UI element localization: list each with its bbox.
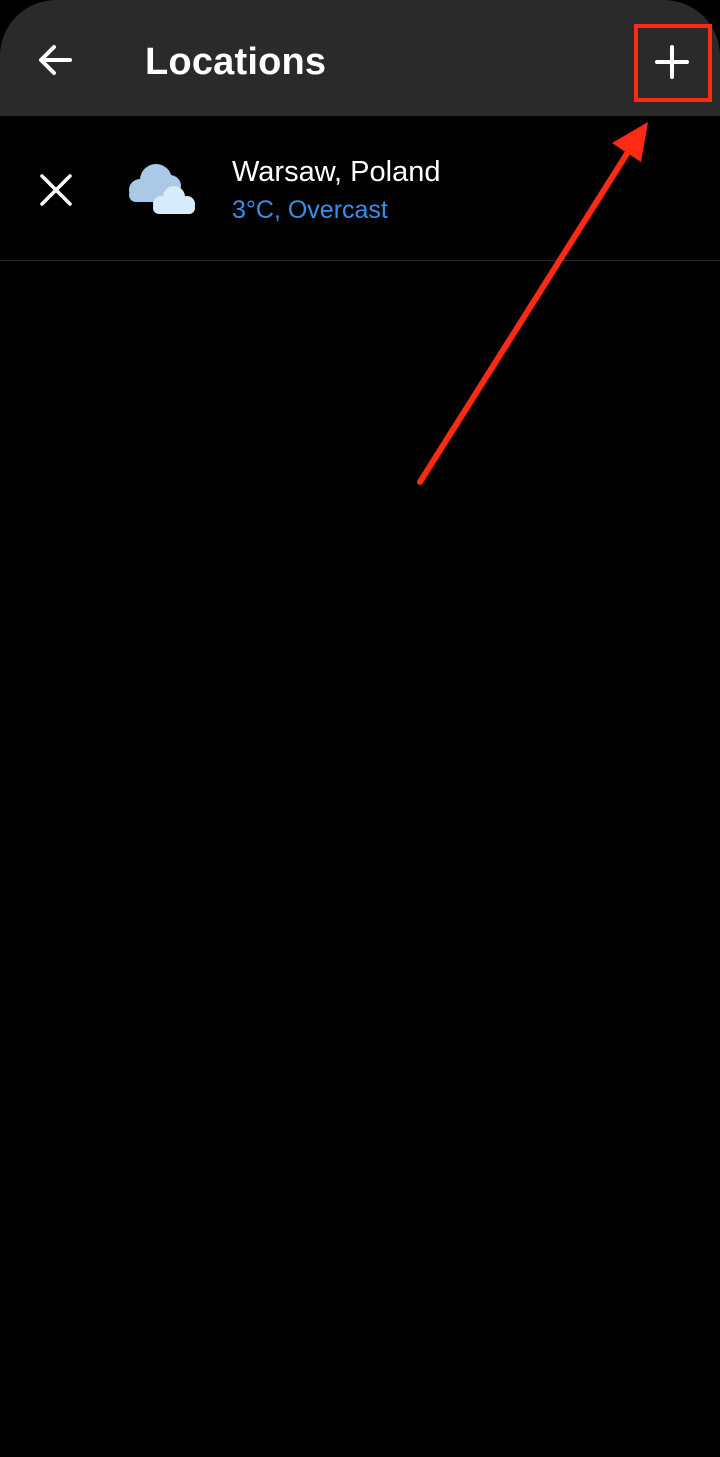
location-list-item[interactable]: Warsaw, Poland 3°C, Overcast bbox=[0, 116, 720, 261]
remove-location-button[interactable] bbox=[26, 160, 86, 220]
add-location-button[interactable] bbox=[642, 32, 702, 92]
location-name: Warsaw, Poland bbox=[232, 156, 441, 188]
app-bar: Locations bbox=[0, 0, 720, 116]
close-icon bbox=[40, 174, 72, 206]
location-weather: 3°C, Overcast bbox=[232, 196, 388, 224]
plus-icon bbox=[655, 45, 689, 79]
arrow-left-icon bbox=[39, 45, 72, 75]
page-title: Locations bbox=[145, 41, 327, 83]
cloud-icon bbox=[129, 164, 195, 214]
back-button[interactable] bbox=[26, 30, 86, 90]
